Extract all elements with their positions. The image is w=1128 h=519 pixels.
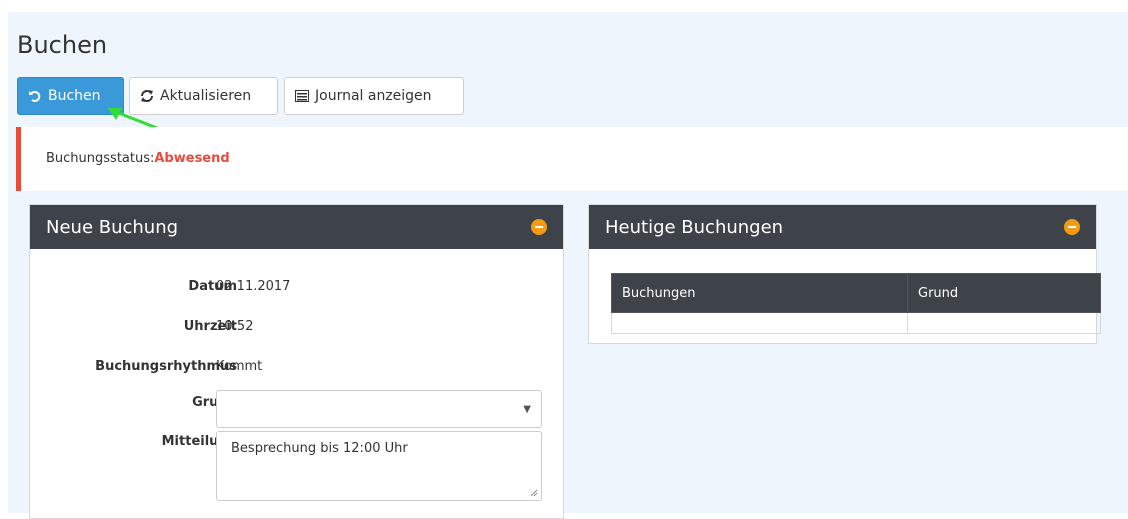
message-value: Besprechung bis 12:00 Uhr — [231, 441, 408, 456]
date-value: 02.11.2017 — [216, 279, 291, 294]
message-textarea[interactable]: Besprechung bis 12:00 Uhr — [216, 431, 542, 501]
table-cell — [907, 312, 1101, 334]
status-indicator-bar — [16, 127, 21, 191]
new-booking-panel: Neue Buchung Datum 02.11.2017 Uhrzeit 10… — [29, 204, 564, 519]
book-button-label: Buchen — [48, 88, 101, 104]
today-bookings-title: Heutige Buchungen — [605, 216, 784, 238]
collapse-icon[interactable] — [531, 219, 547, 235]
table-row — [611, 312, 1101, 334]
reason-select[interactable]: ▼ — [216, 390, 542, 428]
booking-status-alert: Buchungsstatus:Abwesend — [16, 127, 1128, 191]
undo-icon — [28, 89, 42, 103]
list-icon — [295, 89, 309, 103]
time-value: 10:52 — [216, 319, 254, 334]
page-title: Buchen — [17, 31, 108, 59]
new-booking-title: Neue Buchung — [46, 216, 179, 238]
status-value: Abwesend — [154, 151, 230, 166]
today-bookings-table: Buchungen Grund — [611, 273, 1101, 334]
collapse-icon[interactable] — [1064, 219, 1080, 235]
refresh-button-label: Aktualisieren — [160, 88, 252, 104]
rhythm-value: Kommt — [216, 359, 263, 374]
resize-grip-icon[interactable] — [530, 489, 538, 497]
caret-down-icon: ▼ — [523, 404, 531, 415]
status-label: Buchungsstatus: — [46, 151, 155, 166]
column-header-bookings: Buchungen — [611, 273, 908, 313]
journal-button-label: Journal anzeigen — [315, 88, 432, 104]
table-cell — [611, 312, 908, 334]
today-bookings-panel: Heutige Buchungen Buchungen Grund — [588, 204, 1101, 344]
refresh-icon — [140, 89, 154, 103]
journal-button[interactable]: Journal anzeigen — [284, 77, 464, 115]
column-header-reason: Grund — [907, 273, 1101, 313]
